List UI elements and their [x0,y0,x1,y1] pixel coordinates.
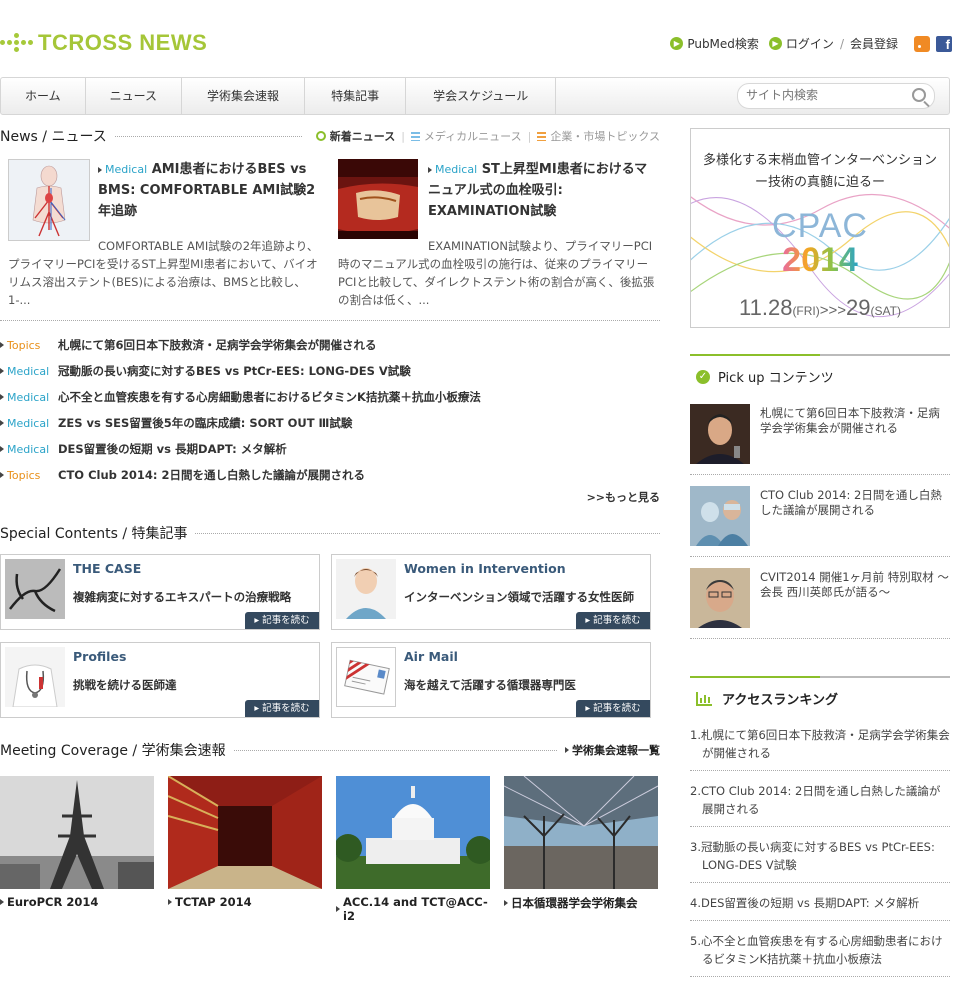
tab-industry-topics[interactable]: 企業・市場トピックス [537,128,660,144]
ranking-item[interactable]: 4.DES留置後の短期 vs 長期DAPT: メタ解析 [690,894,950,921]
check-icon: ✓ [696,369,710,384]
featured-title: Medical AMI患者におけるBES vs BMS: COMFORTABLE… [98,162,316,219]
search-input[interactable] [746,84,906,106]
news-tabs: 新着ニュース | メディカルニュース | 企業・市場トピックス [310,128,660,144]
meeting-tctap[interactable]: TCTAP 2014 [168,776,322,909]
featured-article-2[interactable]: Medical ST上昇型MI患者におけるマニュアル式の血栓吸引: EXAMIN… [338,159,658,307]
rss-icon[interactable] [914,35,930,52]
arrow-circle-icon: ▶ [670,37,684,50]
site-logo[interactable]: TCROSS NEWS [0,30,207,56]
special-section-header: Special Contents / 特集記事 [0,523,660,543]
tab-latest-news[interactable]: 新着ニュース [315,128,395,144]
headline-item[interactable]: Medical DES留置後の短期 vs 長期DAPT: メタ解析 [0,440,660,458]
speaker-photo [690,404,750,464]
ranking-header: アクセスランキング [690,676,950,714]
headline-item[interactable]: Topics CTO Club 2014: 2日間を通し白熱した議論が展開される [0,466,660,484]
featured-article-1[interactable]: Medical AMI患者におけるBES vs BMS: COMFORTABLE… [8,159,328,307]
tab-medical-news[interactable]: メディカルニュース [410,128,522,144]
glass-building-photo [504,776,658,889]
headline-item[interactable]: Topics 札幌にて第6回日本下肢救済・足病学会学術集会が開催される [0,336,660,354]
angiogram-image [5,559,65,619]
ring-icon [315,131,326,141]
search-icon[interactable] [912,88,926,102]
anatomy-thumbnail [8,159,90,241]
pickup-header: ✓ Pick up コンテンツ [690,354,950,392]
headline-item[interactable]: Medical ZES vs SES留置後5年の臨床成績: SORT OUT Ⅲ試… [0,414,660,432]
ranking-item[interactable]: 3.冠動脈の長い病変に対するBES vs PtCr-EES: LONG-DES … [690,838,950,883]
nav-home[interactable]: ホーム [1,78,86,114]
read-article-button[interactable]: ▸ 記事を読む [576,700,650,717]
news-heading: News / ニュース [0,129,107,145]
read-article-button[interactable]: ▸ 記事を読む [576,612,650,629]
eiffel-tower-photo [0,776,154,889]
special-heading: Special Contents / 特集記事 [0,526,188,542]
headline-item[interactable]: Medical 冠動脈の長い病変に対するBES vs PtCr-EES: LONG… [0,362,660,380]
meeting-section-header: Meeting Coverage / 学術集会速報 学術集会速報一覧 [0,740,660,760]
banner-date: 11.28(FRI)>>>29(SAT) [739,295,901,320]
pubmed-search-link[interactable]: ▶ PubMed検索 [670,35,759,52]
login-link[interactable]: ▶ ログイン [768,35,834,52]
special-card-women[interactable]: Women in Intervention インターベンション領域で活躍する女性… [331,554,651,630]
register-link[interactable]: 会員登録 [850,35,898,52]
banner-year: 2014 [782,241,858,279]
featured-description: COMFORTABLE AMI試験の2年追跡より、プライマリーPCIを受けるST… [8,239,319,307]
ranking-item[interactable]: 5.心不全と血管疾患を有する心房細動患者におけるビタミンK拮抗薬＋抗血小板療法 [690,932,950,977]
special-card-profiles[interactable]: Profiles 挑戦を続ける医師達 ▸ 記事を読む [0,642,320,718]
female-doctor-image [336,559,396,619]
arrow-circle-icon: ▶ [768,37,782,50]
more-news-link[interactable]: >>もっと見る [587,489,660,505]
cpac-2014-banner[interactable]: 多様化する末梢血管インターベンション ー技術の真髄に迫るー CPAC 2014 … [690,128,950,328]
featured-title: Medical ST上昇型MI患者におけるマニュアル式の血栓吸引: EXAMIN… [428,162,648,219]
main-nav: ホーム ニュース 学術集会速報 特集記事 学会スケジュール [0,77,950,115]
corridor-photo [168,776,322,889]
divider [0,320,660,321]
doctor-image [5,647,65,707]
headline-item[interactable]: Medical 心不全と血管疾患を有する心房細動患者におけるビタミンK拮抗薬＋抗血… [0,388,660,406]
nav-schedule[interactable]: 学会スケジュール [406,78,557,114]
link-separator: / [839,36,844,51]
thrombus-thumbnail [338,159,418,239]
envelope-image [336,647,396,707]
meeting-heading: Meeting Coverage / 学術集会速報 [0,743,226,759]
pickup-item[interactable]: 札幌にて第6回日本下肢救済・足病学会学術集会が開催される [690,392,950,475]
list-icon [537,131,547,141]
bar-chart-icon [696,691,712,706]
special-card-the-case[interactable]: THE CASE 複雑病変に対するエキスパートの治療戦略 ▸ 記事を読む [0,554,320,630]
read-article-button[interactable]: ▸ 記事を読む [245,612,319,629]
special-card-air-mail[interactable]: Air Mail 海を越えて活躍する循環器専門医 ▸ 記事を読む [331,642,651,718]
facebook-icon[interactable]: f [936,35,952,52]
ranking-item[interactable]: 2.CTO Club 2014: 2日間を通し白熱した議論が展開される [690,782,950,827]
nav-news[interactable]: ニュース [86,78,183,114]
interview-photo [690,568,750,628]
meeting-jcs[interactable]: 日本循環器学会学術集会 [504,776,658,911]
logo-text: TCROSS NEWS [38,30,208,55]
logo-mark-icon [0,30,34,56]
surgeons-photo [690,486,750,546]
meeting-acc[interactable]: ACC.14 and TCT@ACC-i2 [336,776,490,923]
meeting-list-link[interactable]: 学術集会速報一覧 [565,742,660,758]
featured-description: EXAMINATION試験より、プライマリーPCI時のマニュアル式の血栓吸引の施… [338,239,655,307]
list-icon [410,131,420,141]
news-section-header: News / ニュース 新着ニュース | メディカルニュース | 企業・市場トピ… [0,126,660,146]
pickup-item[interactable]: CTO Club 2014: 2日間を通し白熱した議論が展開される [690,474,950,557]
nav-meeting-reports[interactable]: 学術集会速報 [182,78,306,114]
read-article-button[interactable]: ▸ 記事を読む [245,700,319,717]
meeting-europcr[interactable]: EuroPCR 2014 [0,776,154,909]
pickup-item[interactable]: CVIT2014 開催1ヶ月前 特別取材 〜会長 西川英郎氏が語る〜 [690,556,950,639]
top-links: ▶ PubMed検索 ▶ ログイン / 会員登録 f [660,35,952,52]
site-search [737,83,935,109]
capitol-photo [336,776,490,889]
nav-features[interactable]: 特集記事 [305,78,407,114]
ranking-item[interactable]: 1.札幌にて第6回日本下肢救済・足病学会学術集会が開催される [690,726,950,771]
